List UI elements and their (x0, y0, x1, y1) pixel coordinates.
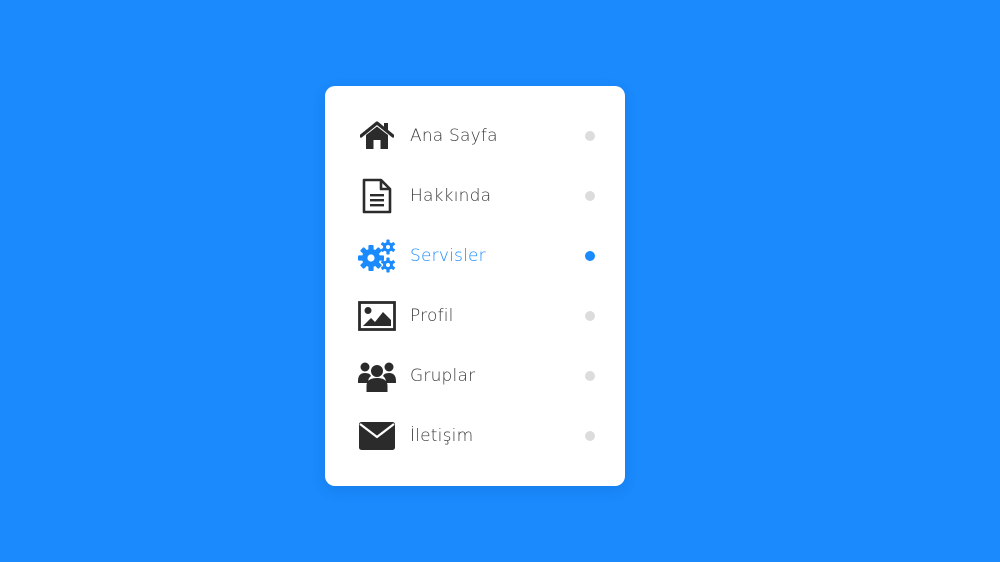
document-icon (358, 177, 396, 215)
menu-item-iletisim[interactable]: İletişim (325, 406, 625, 466)
menu-list: Ana Sayfa Hakkında Servisler Profil Grup… (325, 106, 625, 466)
menu-item-label: Gruplar (410, 366, 476, 386)
menu-item-label: Hakkında (410, 186, 492, 206)
gears-icon (358, 237, 396, 275)
indicator-dot (585, 371, 595, 381)
home-icon (358, 117, 396, 155)
menu-item-label: Servisler (410, 246, 486, 266)
indicator-dot (585, 431, 595, 441)
menu-item-label: Profil (410, 306, 454, 326)
navigation-card: Ana Sayfa Hakkında Servisler Profil Grup… (325, 86, 625, 486)
menu-item-servisler[interactable]: Servisler (325, 226, 625, 286)
menu-item-label: Ana Sayfa (410, 126, 498, 146)
menu-item-profil[interactable]: Profil (325, 286, 625, 346)
image-icon (358, 297, 396, 335)
indicator-dot (585, 191, 595, 201)
menu-item-ana-sayfa[interactable]: Ana Sayfa (325, 106, 625, 166)
indicator-dot (585, 251, 595, 261)
indicator-dot (585, 311, 595, 321)
envelope-icon (358, 417, 396, 455)
indicator-dot (585, 131, 595, 141)
menu-item-gruplar[interactable]: Gruplar (325, 346, 625, 406)
menu-item-hakkinda[interactable]: Hakkında (325, 166, 625, 226)
menu-item-label: İletişim (410, 426, 474, 446)
users-icon (358, 357, 396, 395)
